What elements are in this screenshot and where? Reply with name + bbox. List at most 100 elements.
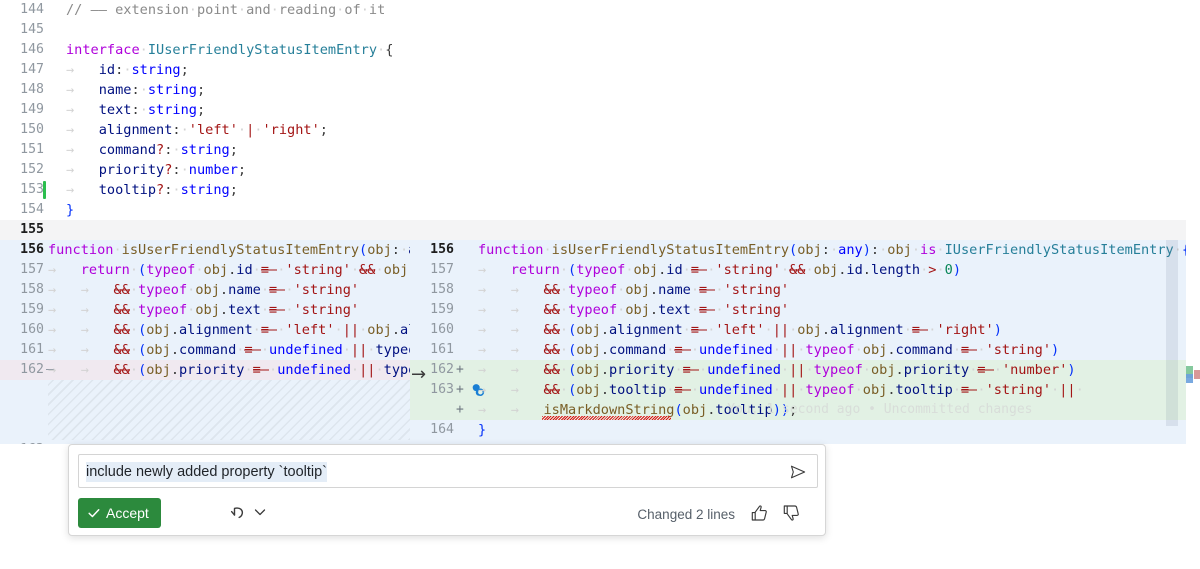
code-line-modified: → → &&·(obj.command·≡ ·undefined·||·type… — [478, 340, 1059, 360]
line-number: 151 — [0, 140, 44, 160]
code-token: string — [181, 142, 230, 158]
code-token: · — [375, 262, 383, 278]
code-token: length — [871, 262, 920, 278]
and-operator: && — [114, 302, 130, 318]
code-token: obj — [384, 262, 409, 278]
code-token: command — [179, 342, 236, 358]
code-token: || — [343, 322, 359, 338]
code-token: · — [560, 322, 568, 338]
code-token: } — [478, 422, 486, 438]
code-line-original: → → &&·(obj.command·≡ ·undefined·||·type… — [48, 340, 410, 360]
code-token: obj — [797, 242, 822, 258]
code-token: → — [48, 322, 81, 338]
code-token: : — [392, 242, 400, 258]
chevron-down-icon[interactable] — [251, 503, 269, 521]
equality-operator: ≡ — [699, 282, 715, 298]
and-operator: && — [114, 282, 130, 298]
overview-ruler[interactable] — [1186, 0, 1200, 569]
code-token: interface — [66, 42, 140, 58]
code-token: → — [81, 282, 114, 298]
line-number-original: 162 — [0, 360, 44, 380]
gutter-modified-indicator — [43, 181, 46, 199]
code-token: · — [244, 362, 252, 378]
thumbs-down-icon[interactable] — [781, 503, 801, 523]
code-token: 'string' — [724, 302, 789, 318]
code-token: 0 — [945, 262, 953, 278]
accept-button[interactable]: Accept — [78, 498, 161, 528]
and-operator: && — [544, 322, 560, 338]
code-token: · — [805, 262, 813, 278]
code-token: is — [920, 242, 936, 258]
code-line-original: → return·(typeof·obj.id·≡ ·'string'·&&·o… — [48, 260, 410, 280]
code-token: 'left' — [715, 322, 764, 338]
equality-operator: ≡ — [269, 282, 285, 298]
equality-operator: ≡ — [977, 362, 993, 378]
code-token: obj — [146, 342, 171, 358]
code-token: . — [887, 342, 895, 358]
code-line-original: → → &&·typeof·obj.text·≡ ·'string' — [48, 300, 359, 320]
line-number-original: 158 — [0, 280, 44, 300]
code-token: ; — [197, 102, 205, 118]
line-number-modified: 157 — [410, 260, 454, 280]
code-token: 'right' — [262, 122, 319, 138]
code-token: —— — [91, 2, 116, 18]
code-token: typeo — [375, 342, 410, 358]
code-token: · — [683, 322, 691, 338]
editor-top-region: 144// —— extension·point·and·reading·of·… — [0, 0, 1200, 240]
line-number: 154 — [0, 200, 44, 220]
thumbs-up-icon[interactable] — [749, 503, 769, 523]
code-token: · — [781, 362, 789, 378]
code-token: → — [81, 342, 114, 358]
code-token: · — [189, 2, 197, 18]
code-token: . — [601, 362, 609, 378]
code-token: . — [601, 382, 609, 398]
code-token: → — [48, 262, 81, 278]
code-token: || — [781, 382, 797, 398]
chat-input[interactable]: include newly added property `tooltip` — [86, 462, 327, 482]
code-token: → — [48, 302, 81, 318]
send-icon[interactable] — [788, 462, 808, 482]
code-token: → — [478, 402, 511, 418]
code-token: · — [172, 142, 180, 158]
code-token: name — [658, 282, 691, 298]
code-line-modified: → → &&·(obj.alignment·≡ ·'left'·||·obj.a… — [478, 320, 1002, 340]
code-token: · — [560, 282, 568, 298]
equality-operator: ≡ — [683, 362, 699, 378]
code-token: return — [81, 262, 130, 278]
code-token: : — [871, 242, 879, 258]
code-token: typeof — [568, 302, 617, 318]
code-token: : — [172, 162, 180, 178]
code-line: → priority?:·number; — [66, 160, 246, 180]
code-token: · — [1076, 382, 1084, 398]
code-token: IUserFriendlyStatusItemEntry — [945, 242, 1174, 258]
line-number-original: 159 — [0, 300, 44, 320]
code-token: any — [838, 242, 863, 258]
tab-indent: → — [66, 182, 99, 198]
equality-operator: ≡ — [691, 322, 707, 338]
code-token: reading — [279, 2, 336, 18]
code-line: → tooltip?:·string; — [66, 180, 238, 200]
editor-scrollbar-thumb[interactable] — [1166, 240, 1178, 426]
code-token: → — [511, 342, 544, 358]
code-token: obj — [367, 242, 392, 258]
code-token: · — [936, 262, 944, 278]
code-token: typeof — [138, 302, 187, 318]
code-token: · — [830, 242, 838, 258]
code-token: · — [560, 342, 568, 358]
code-token: ; — [238, 162, 246, 178]
code-token: · — [936, 242, 944, 258]
undo-icon[interactable] — [227, 501, 251, 525]
code-token: undefined — [699, 382, 773, 398]
code-token: al — [400, 322, 410, 338]
line-number-original: 160 — [0, 320, 44, 340]
code-token: · — [181, 122, 189, 138]
code-token: typeof — [568, 282, 617, 298]
tab-indent: → — [66, 82, 99, 98]
and-operator: && — [544, 282, 560, 298]
code-line-original: → → &&·typeof·obj.name·≡ ·'string' — [48, 280, 359, 300]
code-token: alignment — [609, 322, 683, 338]
code-token: · — [238, 2, 246, 18]
chat-input-container[interactable]: include newly added property `tooltip` — [78, 454, 818, 488]
code-token: || — [781, 342, 797, 358]
code-token: · — [691, 282, 699, 298]
